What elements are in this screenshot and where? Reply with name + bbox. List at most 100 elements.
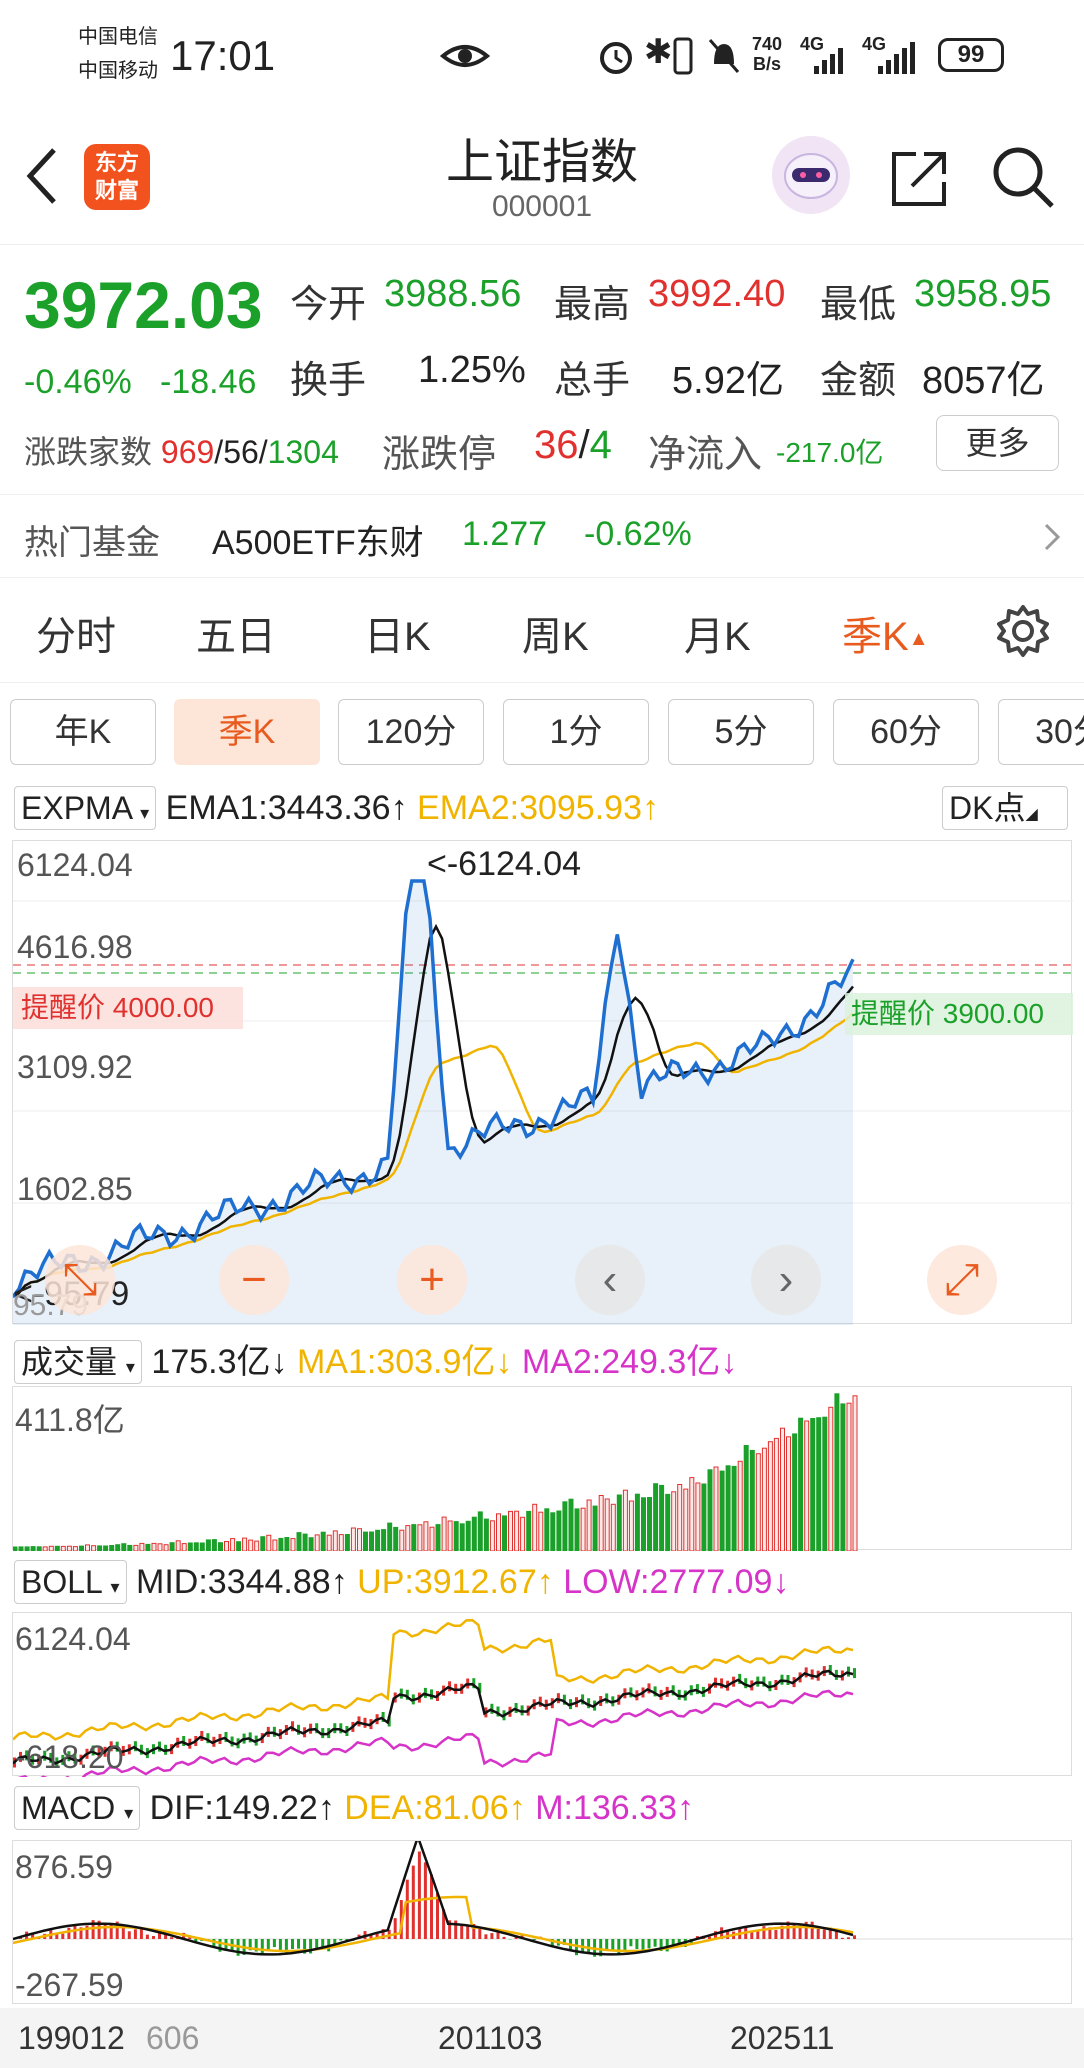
volume-bar: [42, 1546, 48, 1551]
volume-bar: [139, 1542, 145, 1551]
signal-icon-1: [814, 48, 843, 74]
ema1-arrow: ↑: [390, 789, 408, 827]
gear-icon[interactable]: [996, 604, 1050, 658]
period-tabs: 分时 五日 日K 周K 月K 季K▲: [0, 578, 1084, 682]
volume-bar: [465, 1520, 471, 1551]
ema2-value: EMA2:3095.93: [417, 789, 642, 827]
volume-bar: [737, 1460, 743, 1551]
macd-bar: [133, 1929, 137, 1939]
tab-daily-k[interactable]: 日K: [364, 604, 431, 662]
macd-bar: [297, 1939, 300, 1949]
expma-dropdown[interactable]: EXPMA ▾: [14, 786, 157, 830]
subtab-1min[interactable]: 1分: [503, 699, 649, 765]
assistant-avatar[interactable]: [772, 136, 850, 214]
max-marker: <-6124.04: [427, 845, 582, 883]
macd-y-top: 876.59: [15, 1849, 113, 1885]
volume-bar: [296, 1532, 302, 1551]
open-value: 3988.56: [384, 273, 522, 315]
y-label-1: 6124.04: [17, 847, 133, 883]
macd-bar: [139, 1929, 143, 1939]
boll-dropdown[interactable]: BOLL ▾: [14, 1560, 127, 1604]
volume-bar: [719, 1470, 725, 1551]
macd-bar: [272, 1939, 276, 1948]
volume-bar: [526, 1510, 532, 1551]
subtab-120min[interactable]: 120分: [338, 699, 484, 765]
turnover-value: 1.25%: [418, 349, 526, 391]
expand-icon[interactable]: ⤢: [927, 1245, 997, 1315]
share-icon[interactable]: [888, 146, 952, 210]
volume-chart: [13, 1393, 858, 1551]
volume-dropdown[interactable]: 成交量 ▾: [14, 1340, 142, 1384]
macd-bar: [393, 1918, 397, 1939]
macd-panel[interactable]: 876.59 -267.59: [12, 1840, 1073, 2004]
subtab-year-k[interactable]: 年K: [10, 699, 156, 765]
chevron-down-icon: ▾: [124, 1803, 134, 1823]
macd-bar: [478, 1928, 482, 1939]
volume-bar: [647, 1497, 652, 1551]
hot-fund-bar[interactable]: 热门基金 A500ETF东财 1.277 -0.62%: [0, 494, 1084, 578]
volume-bar: [332, 1530, 338, 1551]
pan-left-button[interactable]: ‹: [575, 1245, 645, 1315]
more-button[interactable]: 更多: [936, 415, 1059, 471]
macd-bar: [315, 1939, 319, 1949]
volume-bar: [659, 1484, 665, 1551]
subtab-5min[interactable]: 5分: [668, 699, 814, 765]
tab-quarterly-k[interactable]: 季K▲: [842, 604, 928, 662]
search-icon[interactable]: [990, 144, 1056, 210]
volume-bar: [683, 1488, 689, 1551]
volume-bar: [598, 1495, 604, 1551]
boll-panel[interactable]: 6124.04 -618.20: [12, 1612, 1072, 1777]
volume-bar: [568, 1498, 574, 1551]
macd-bar: [653, 1939, 657, 1947]
fund-name[interactable]: A500ETF东财: [212, 515, 424, 564]
back-icon[interactable]: [22, 146, 62, 206]
macd-bar: [411, 1865, 415, 1939]
alert-price-green[interactable]: 提醒价 3900.00: [845, 993, 1073, 1035]
macd-bar: [587, 1939, 591, 1953]
boll-name: BOLL: [21, 1564, 102, 1600]
tab-weekly-k[interactable]: 周K: [522, 604, 589, 662]
macd-dropdown[interactable]: MACD ▾: [14, 1786, 141, 1830]
net-speed-unit: B/s: [753, 54, 782, 74]
macd-bar: [762, 1926, 766, 1939]
zoom-out-button[interactable]: −: [219, 1245, 289, 1315]
volume-bar: [30, 1546, 36, 1551]
volume-bar: [24, 1546, 30, 1551]
header: 东方 财富 上证指数 000001: [0, 110, 1084, 245]
alert-price-red[interactable]: 提醒价 4000.00: [13, 987, 243, 1029]
volume-bar: [103, 1545, 109, 1551]
net-speed: 740 B/s: [752, 34, 782, 74]
zoom-in-button[interactable]: +: [397, 1245, 467, 1315]
breadth-down: 1304: [267, 434, 339, 470]
eye-icon: [440, 45, 490, 67]
kline-panel[interactable]: 6124.04 4616.98 3109.92 1602.85 <-6124.0…: [12, 840, 1073, 1325]
tab-monthly-k[interactable]: 月K: [684, 604, 751, 662]
volume-bar: [677, 1484, 683, 1551]
tab-intraday[interactable]: 分时: [36, 604, 116, 662]
subtab-60min[interactable]: 60分: [833, 699, 979, 765]
shrink-icon[interactable]: ⤡: [45, 1245, 115, 1315]
subtab-30min[interactable]: 30分: [998, 699, 1084, 765]
volume-bar: [496, 1513, 501, 1551]
chevron-down-icon: ▾: [140, 803, 150, 823]
tab-five-day[interactable]: 五日: [196, 604, 276, 662]
x-label-end: 202511: [730, 2020, 835, 2056]
y-label-3: 3109.92: [17, 1049, 133, 1085]
pan-right-button[interactable]: ›: [751, 1245, 821, 1315]
volume-bar: [350, 1527, 356, 1551]
volume-y-label: 411.8亿: [15, 1402, 125, 1438]
volume-bar: [85, 1544, 90, 1551]
macd-dif-arrow: ↑: [317, 1789, 335, 1827]
volume-bar: [187, 1542, 193, 1551]
volume-bar: [169, 1542, 175, 1551]
volume-panel[interactable]: 411.8亿: [12, 1386, 1072, 1551]
volume-bar: [538, 1511, 544, 1551]
carrier-2: 中国移动: [78, 60, 158, 82]
macd-bar: [73, 1924, 77, 1939]
subtab-quarter-k[interactable]: 季K: [174, 699, 320, 765]
chevron-right-icon[interactable]: [1040, 521, 1064, 553]
volume-bar: [786, 1436, 791, 1551]
macd-bar: [647, 1939, 651, 1949]
dk-point-button[interactable]: DK点◢: [942, 786, 1068, 830]
volume-bar: [79, 1545, 84, 1551]
